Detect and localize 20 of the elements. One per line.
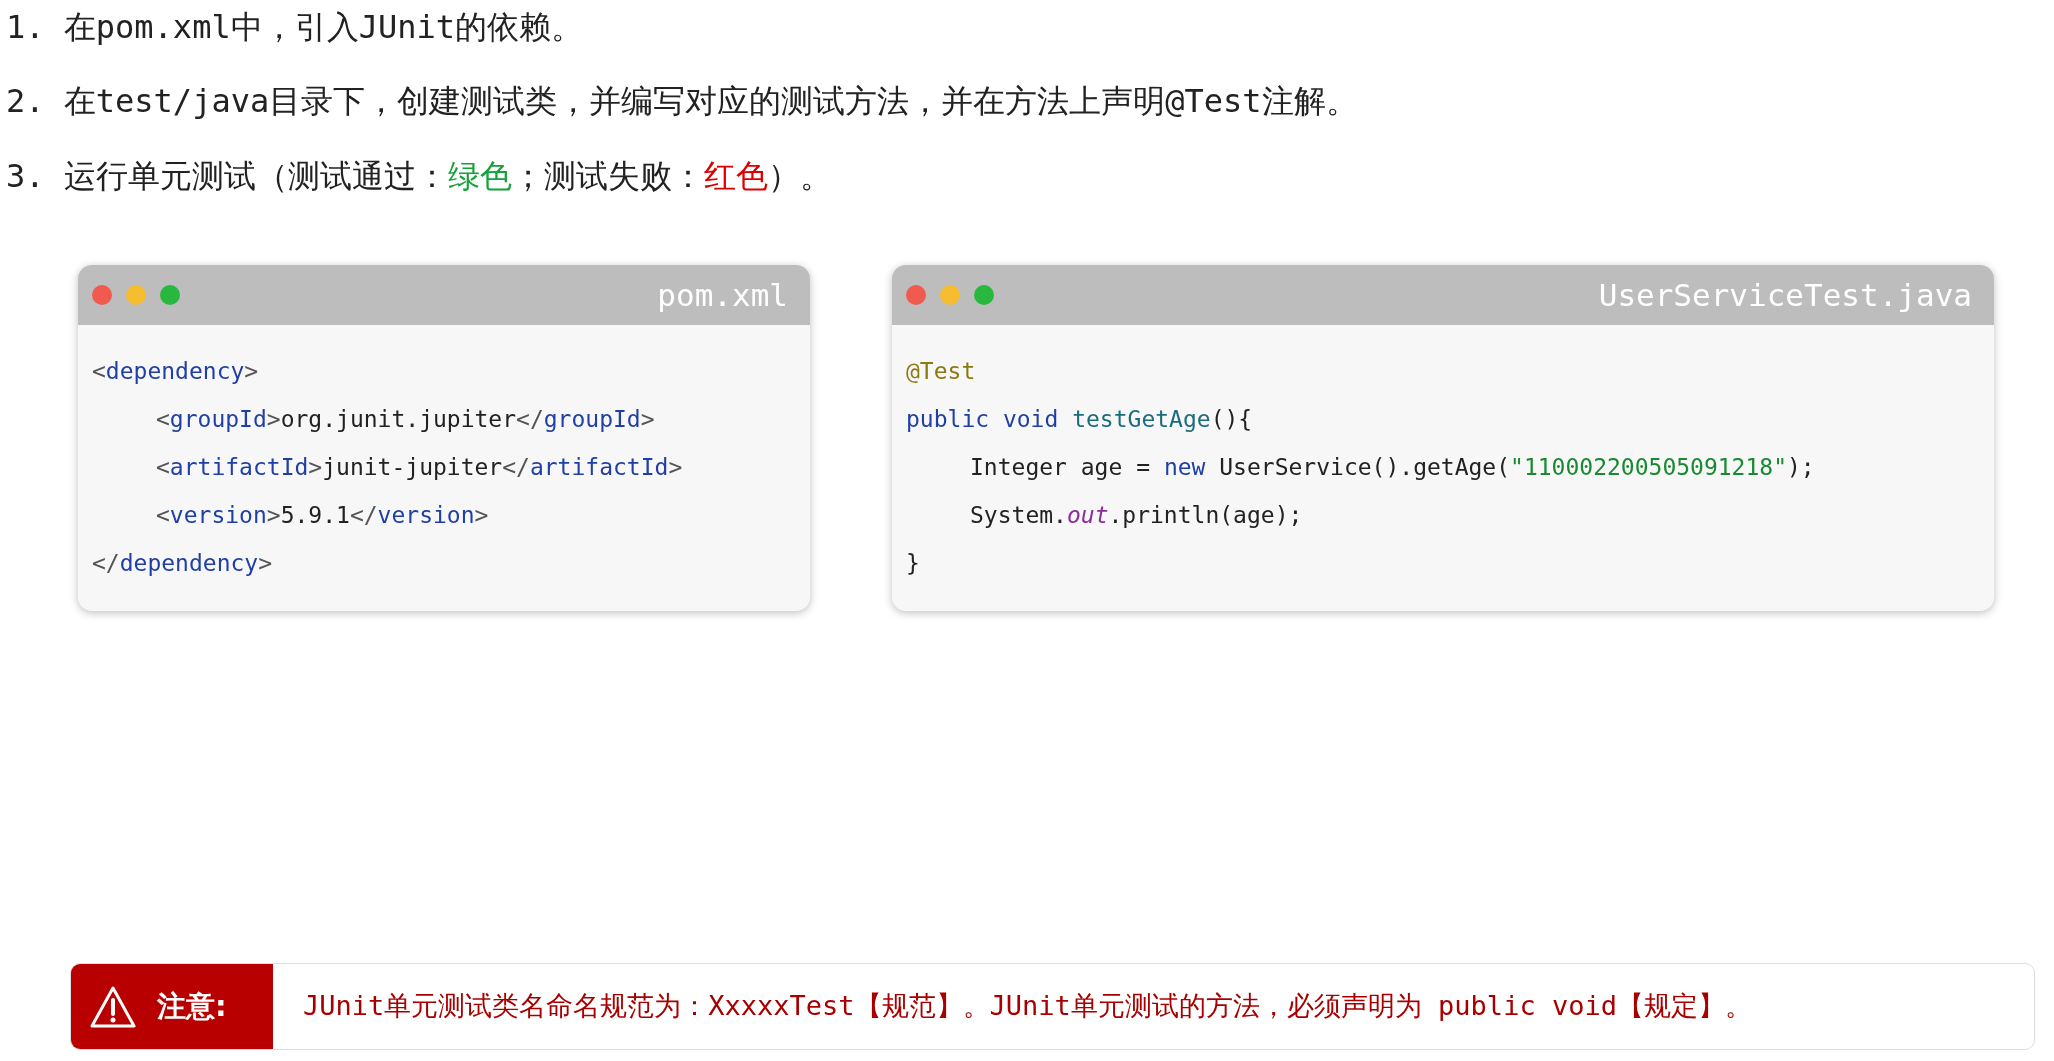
notice-label: 注意:: [157, 987, 227, 1025]
code-line: <groupId>org.junit.jupiter</groupId>: [156, 405, 655, 435]
window-controls-icon: [92, 283, 180, 308]
code-line: public void testGetAge(){: [906, 405, 1253, 435]
window-title: UserServiceTest.java: [1598, 275, 1972, 315]
code-line: <version>5.9.1</version>: [156, 501, 489, 531]
code-line: <dependency>: [92, 357, 259, 387]
window-controls-icon: [906, 283, 994, 308]
step-text: 2. 在test/java目录下，创建测试类，并编写对应的测试方法，并在方法上声明@Test注解。: [6, 82, 1359, 121]
code-line: </dependency>: [92, 549, 273, 579]
notice-text: JUnit单元测试类名命名规范为：XxxxxTest【规范】。JUnit单元测试的方法，必须声明为 public void【规定】。: [302, 989, 1752, 1024]
code-line: System.out.println(age);: [970, 501, 1303, 531]
step-text: 3. 运行单元测试（测试通过：绿色；测试失败：红色）。: [6, 156, 833, 196]
warning-icon: [89, 984, 137, 1029]
code-line: <artifactId>junit-jupiter</artifactId>: [156, 453, 683, 483]
code-line: @Test: [906, 357, 976, 387]
step-text: 1. 在pom.xml中，引入JUnit的依赖。: [6, 8, 584, 47]
window-title: pom.xml: [657, 275, 788, 315]
code-line: }: [906, 549, 920, 579]
code-line: Integer age = new UserService().getAge("110002200505091218");: [970, 453, 1815, 483]
